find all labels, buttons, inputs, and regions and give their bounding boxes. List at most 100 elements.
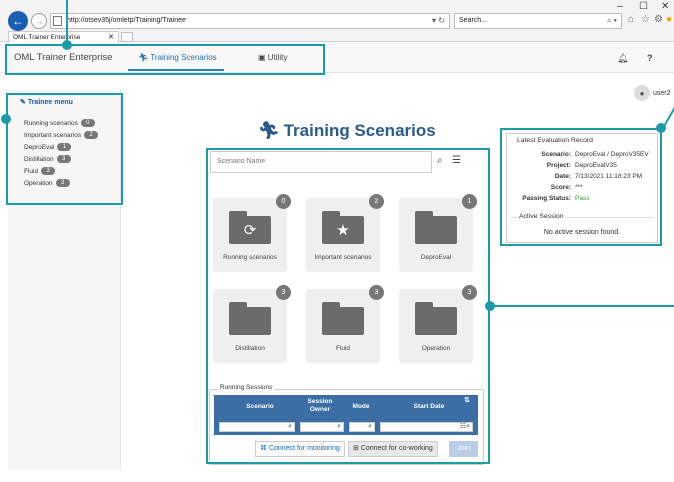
tab-close-icon[interactable]: ✕ [108, 33, 114, 41]
minimize-icon[interactable]: – [617, 1, 623, 12]
tile-important-scenarios[interactable]: ★ Important scenarios 2 [306, 194, 384, 272]
tile-label: Operation [421, 345, 451, 352]
page-title: 🏃︎ Training Scenarios [258, 121, 436, 141]
bell-icon[interactable]: 🔔︎ [617, 53, 628, 64]
leader-line-main [490, 305, 674, 307]
filter-mode-input[interactable]: ⌕ [349, 422, 375, 432]
favorites-icon[interactable]: ☆ [641, 14, 650, 25]
col-scenario[interactable]: Scenario [232, 403, 288, 411]
tile-label: Distillation [235, 345, 265, 352]
folder-icon: ★ [322, 211, 364, 244]
person-icon: 🏃︎ [258, 121, 280, 140]
evaluation-title: Latest Evaluation Record [517, 137, 593, 144]
browser-chrome: ← → http://otsev35j/omletp/Training/Trai… [0, 0, 674, 43]
search-icon[interactable]: ⌕ ▾ [607, 16, 617, 26]
forward-icon[interactable]: → [31, 13, 47, 29]
tab-utility[interactable]: ▣ Utility [258, 53, 287, 62]
page-title-text: Training Scenarios [283, 121, 436, 140]
count-badge: 3 [41, 167, 56, 175]
brand-title: OML Trainer Enterprise [14, 52, 113, 63]
tab-training-label: Training Scenarios [150, 53, 217, 62]
sidebar-item-label: DeproEval [24, 143, 55, 151]
col-mode[interactable]: Mode [346, 403, 376, 411]
toolbox-icon: ▣ [258, 53, 268, 62]
page-icon [53, 16, 62, 26]
filter-scenario-input[interactable]: ⌕ [219, 422, 295, 432]
tile-label: Fluid [335, 345, 351, 352]
active-session-text: No active session found. [543, 229, 621, 236]
back-icon[interactable]: ← [8, 11, 28, 31]
connect-coworking-button[interactable]: ⊞ Connect for co-working [348, 441, 438, 457]
sidebar-item-important[interactable]: Important scenarios 2 [24, 131, 99, 139]
running-sessions-legend: Running Sessions [218, 384, 275, 391]
trainee-menu-title: ✎ Trainee menu [20, 98, 73, 106]
tile-running-scenarios[interactable]: ⟳ Running scenarios 0 [213, 194, 291, 272]
sort-icon[interactable]: ⇅ [464, 397, 470, 405]
tile-count-badge: 3 [462, 285, 477, 300]
sidebar-item-label: Important scenarios [24, 131, 82, 139]
connect-monitoring-button[interactable]: ⌘ Connect for monitoring [255, 441, 345, 457]
star-icon: ★ [322, 216, 364, 244]
coworking-icon: ⊞ [353, 445, 361, 452]
filter-owner-input[interactable]: ⌕ [300, 422, 344, 432]
count-badge: 2 [84, 131, 99, 139]
button-label: Connect for co-working [360, 445, 433, 452]
address-url: http://otsev35j/omletp/Training/Trainee [67, 17, 186, 24]
tile-count-badge: 3 [369, 285, 384, 300]
smiley-icon[interactable]: ● [666, 14, 672, 25]
new-tab-button[interactable] [121, 32, 133, 42]
tile-operation[interactable]: Operation 3 [399, 285, 477, 363]
tile-deproeval[interactable]: DeproEval 1 [399, 194, 477, 272]
folder-icon: ⟳ [229, 211, 271, 244]
list-icon[interactable]: ☰ [452, 155, 461, 166]
sidebar-item-fluid[interactable]: Fluid 3 [24, 167, 56, 175]
browser-search-input[interactable]: Search... ⌕ ▾ [454, 13, 622, 29]
folder-icon [322, 302, 364, 335]
close-window-icon[interactable]: ✕ [661, 1, 669, 12]
count-badge: 0 [80, 119, 95, 127]
tab-title: OML Trainer Enterprise [13, 34, 81, 41]
col-session-owner[interactable]: Session Owner [302, 398, 338, 414]
app-header: OML Trainer Enterprise 🏃︎ Training Scena… [0, 43, 674, 73]
sidebar-item-deproeval[interactable]: DeproEval 1 [24, 143, 72, 151]
tab-utility-label: Utility [267, 53, 288, 62]
address-bar[interactable]: http://otsev35j/omletp/Training/Trainee … [50, 13, 450, 29]
sidebar-item-label: Running scenarios [24, 119, 78, 127]
refresh-icon[interactable]: ▾ ↻ [432, 16, 445, 25]
join-button[interactable]: Join [449, 441, 478, 457]
tile-distillation[interactable]: Distillation 3 [213, 285, 291, 363]
trainee-menu-label: Trainee menu [27, 99, 73, 106]
active-tab-indicator [128, 69, 224, 71]
search-icon[interactable]: ⌕ [437, 155, 443, 166]
sidebar-item-distillation[interactable]: Distillation 3 [24, 155, 71, 163]
sessions-table-header: Scenario Session Owner Mode Start Date ⇅ [214, 395, 478, 419]
sidebar-item-operation[interactable]: Operation 3 [24, 179, 70, 187]
scenario-search-placeholder: Scenario Name [217, 158, 266, 165]
maximize-icon[interactable]: ☐ [639, 1, 648, 12]
tab-training-scenarios[interactable]: 🏃︎ Training Scenarios [138, 53, 217, 62]
browser-search-placeholder: Search... [459, 17, 488, 24]
home-icon[interactable]: ⌂ [628, 14, 634, 25]
tile-count-badge: 1 [462, 194, 477, 209]
scenario-search-input[interactable]: Scenario Name [210, 151, 432, 173]
folder-icon [415, 302, 457, 335]
evaluation-record-panel: Latest Evaluation Record Scenario: DeproE… [506, 133, 658, 243]
help-icon[interactable]: ? [647, 53, 653, 63]
user-name: user2 [653, 89, 671, 97]
sidebar-item-running[interactable]: Running scenarios 0 [24, 119, 95, 127]
user-menu[interactable]: ● user2 [634, 85, 671, 101]
leader-line-evaluation [662, 103, 674, 129]
tile-count-badge: 2 [369, 194, 384, 209]
tile-label: DeproEval [420, 254, 452, 261]
col-start-date[interactable]: Start Date [394, 403, 464, 411]
sidebar: ✎ Trainee menu Running scenarios 0 Import… [8, 90, 121, 470]
filter-date-input[interactable]: ☷⌕ [380, 422, 473, 432]
sidebar-item-label: Operation [24, 179, 53, 187]
active-session-legend: Active Session [517, 213, 566, 220]
pencil-icon: ✎ [20, 99, 28, 106]
refresh-icon: ⟳ [229, 216, 271, 244]
gear-icon[interactable]: ⚙ [654, 14, 663, 25]
folder-icon [229, 302, 271, 335]
tile-fluid[interactable]: Fluid 3 [306, 285, 384, 363]
avatar-icon: ● [634, 85, 650, 101]
